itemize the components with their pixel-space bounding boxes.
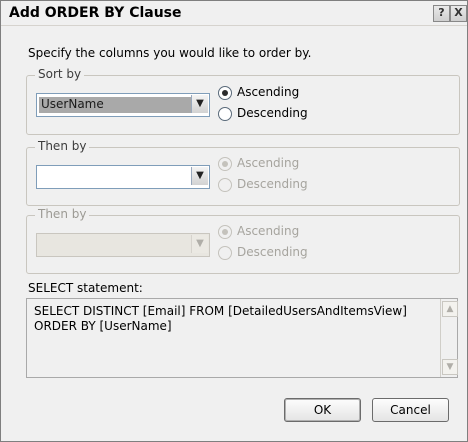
radio-dot: [218, 86, 232, 100]
chevron-down-icon[interactable]: ▼: [191, 167, 208, 185]
title-bar: Add ORDER BY Clause ? X: [1, 1, 467, 26]
help-icon[interactable]: ?: [433, 5, 450, 22]
radio-label: Descending: [237, 106, 308, 120]
cancel-button[interactable]: Cancel: [372, 398, 449, 422]
close-icon[interactable]: X: [450, 5, 467, 22]
select-statement-text: SELECT DISTINCT [Email] FROM [DetailedUs…: [34, 304, 407, 333]
radio-label: Descending: [237, 177, 308, 191]
sort-by-value: UserName: [39, 97, 191, 113]
vertical-scrollbar[interactable]: ▲ ▼: [440, 299, 458, 377]
instruction-text: Specify the columns you would like to or…: [28, 46, 312, 60]
sort-by-label: Sort by: [35, 67, 85, 81]
select-statement-label: SELECT statement:: [28, 281, 143, 295]
then-by-combo-2: ▼: [36, 233, 210, 257]
radio-dot: [218, 157, 232, 171]
scroll-down-icon[interactable]: ▼: [442, 359, 458, 375]
add-order-by-dialog: Add ORDER BY Clause ? X Specify the colu…: [0, 0, 468, 442]
radio-dot: [218, 246, 232, 260]
radio-label: Descending: [237, 245, 308, 259]
select-statement-box[interactable]: SELECT DISTINCT [Email] FROM [DetailedUs…: [26, 298, 458, 378]
chevron-down-icon: ▼: [191, 235, 208, 253]
dialog-title: Add ORDER BY Clause: [9, 5, 182, 21]
sort-by-combo[interactable]: UserName ▼: [36, 93, 210, 117]
radio-dot: [218, 225, 232, 239]
ok-button[interactable]: OK: [284, 398, 361, 422]
sort-by-group: Sort by UserName ▼ Ascending Descending: [26, 67, 460, 135]
then-by-value-1: [41, 169, 191, 185]
then-by-combo-1[interactable]: ▼: [36, 165, 210, 189]
chevron-down-icon[interactable]: ▼: [191, 95, 208, 113]
then-by-group-2: Then by ▼ Ascending Descending: [26, 207, 460, 274]
scroll-up-icon[interactable]: ▲: [442, 301, 458, 317]
then-by-label-1: Then by: [35, 139, 90, 153]
then-by-label-2: Then by: [35, 207, 90, 221]
radio-label: Ascending: [237, 85, 300, 99]
radio-dot: [218, 178, 232, 192]
radio-label: Ascending: [237, 156, 300, 170]
then-by-value-2: [41, 237, 191, 253]
then-by-group-1: Then by ▼ Ascending Descending: [26, 139, 460, 206]
radio-label: Ascending: [237, 224, 300, 238]
radio-dot: [218, 107, 232, 121]
